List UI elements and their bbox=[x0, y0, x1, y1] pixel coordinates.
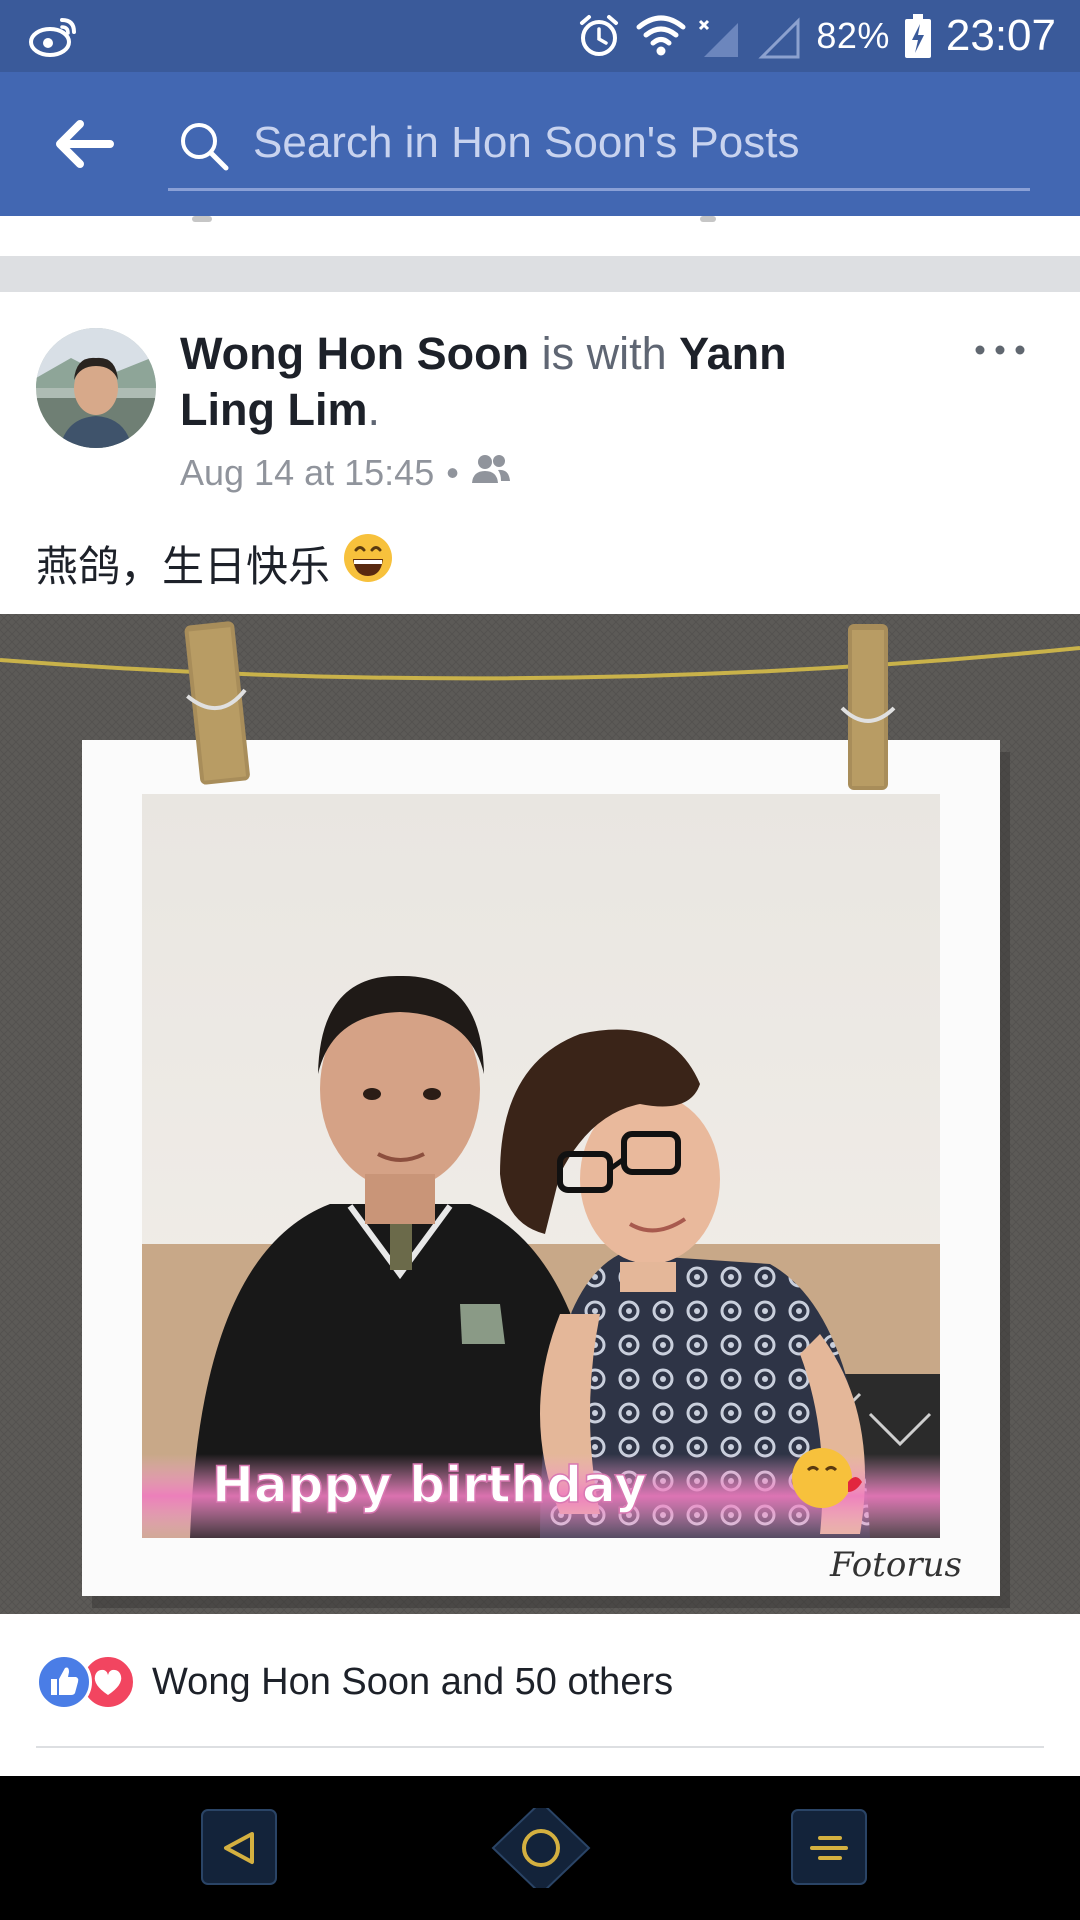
signal-icon bbox=[756, 13, 802, 59]
avatar[interactable] bbox=[36, 328, 156, 448]
meta-separator: • bbox=[446, 452, 459, 493]
nav-menu-button[interactable] bbox=[790, 1808, 870, 1888]
previous-post-edge bbox=[0, 216, 1080, 256]
post-header: Wong Hon Soon is with Yann Ling Lim. bbox=[180, 326, 820, 438]
circle-home-icon bbox=[491, 1800, 591, 1896]
clock: 23:07 bbox=[945, 11, 1056, 60]
wifi-icon bbox=[636, 13, 686, 59]
post-card: Wong Hon Soon is with Yann Ling Lim. Aug… bbox=[0, 292, 1080, 1776]
weibo-icon bbox=[28, 12, 80, 60]
like-icon bbox=[36, 1654, 92, 1710]
author-name[interactable]: Wong Hon Soon bbox=[180, 328, 529, 379]
with-connector: is with bbox=[529, 328, 680, 379]
reactions-summary[interactable]: Wong Hon Soon and 50 others bbox=[36, 1654, 673, 1710]
alarm-icon bbox=[576, 13, 622, 59]
photo-caption: Happy birthday bbox=[212, 1456, 647, 1514]
signal-off-icon bbox=[696, 13, 742, 59]
post-text-content: 燕鸽，生日快乐 bbox=[36, 542, 331, 590]
search-placeholder: Search in Hon Soon's Posts bbox=[253, 118, 800, 167]
reactions-count-text: Wong Hon Soon and 50 others bbox=[152, 1660, 674, 1703]
search-icon bbox=[181, 123, 229, 171]
post-text: 燕鸽，生日快乐 bbox=[36, 532, 394, 594]
header-period: . bbox=[367, 384, 380, 435]
nav-home-button[interactable] bbox=[491, 1800, 591, 1896]
navigation-bar bbox=[0, 1776, 1080, 1920]
back-button[interactable] bbox=[50, 116, 116, 172]
post-meta: Aug 14 at 15:45 • bbox=[180, 452, 511, 494]
battery-charging-icon bbox=[904, 13, 932, 59]
divider bbox=[36, 1746, 1044, 1748]
photo-watermark: Fotorus bbox=[829, 1545, 962, 1585]
status-bar: 82% 23:07 bbox=[0, 0, 1080, 72]
grinning-face-icon bbox=[342, 532, 394, 594]
battery-percentage: 82% bbox=[816, 15, 890, 56]
post-separator bbox=[0, 256, 1080, 292]
arrow-left-icon bbox=[56, 120, 114, 168]
post-timestamp[interactable]: Aug 14 at 15:45 bbox=[180, 452, 434, 494]
friends-icon bbox=[471, 452, 511, 494]
post-photo[interactable]: Happy birthday Fotorus bbox=[0, 614, 1080, 1614]
nav-back-button[interactable] bbox=[200, 1808, 280, 1888]
more-options-button[interactable] bbox=[970, 332, 1030, 368]
search-header: Search in Hon Soon's Posts bbox=[0, 72, 1080, 216]
menu-icon bbox=[791, 1809, 867, 1885]
search-input[interactable]: Search in Hon Soon's Posts bbox=[168, 100, 1030, 191]
triangle-back-icon bbox=[201, 1809, 277, 1885]
ellipsis-icon bbox=[975, 345, 1025, 355]
